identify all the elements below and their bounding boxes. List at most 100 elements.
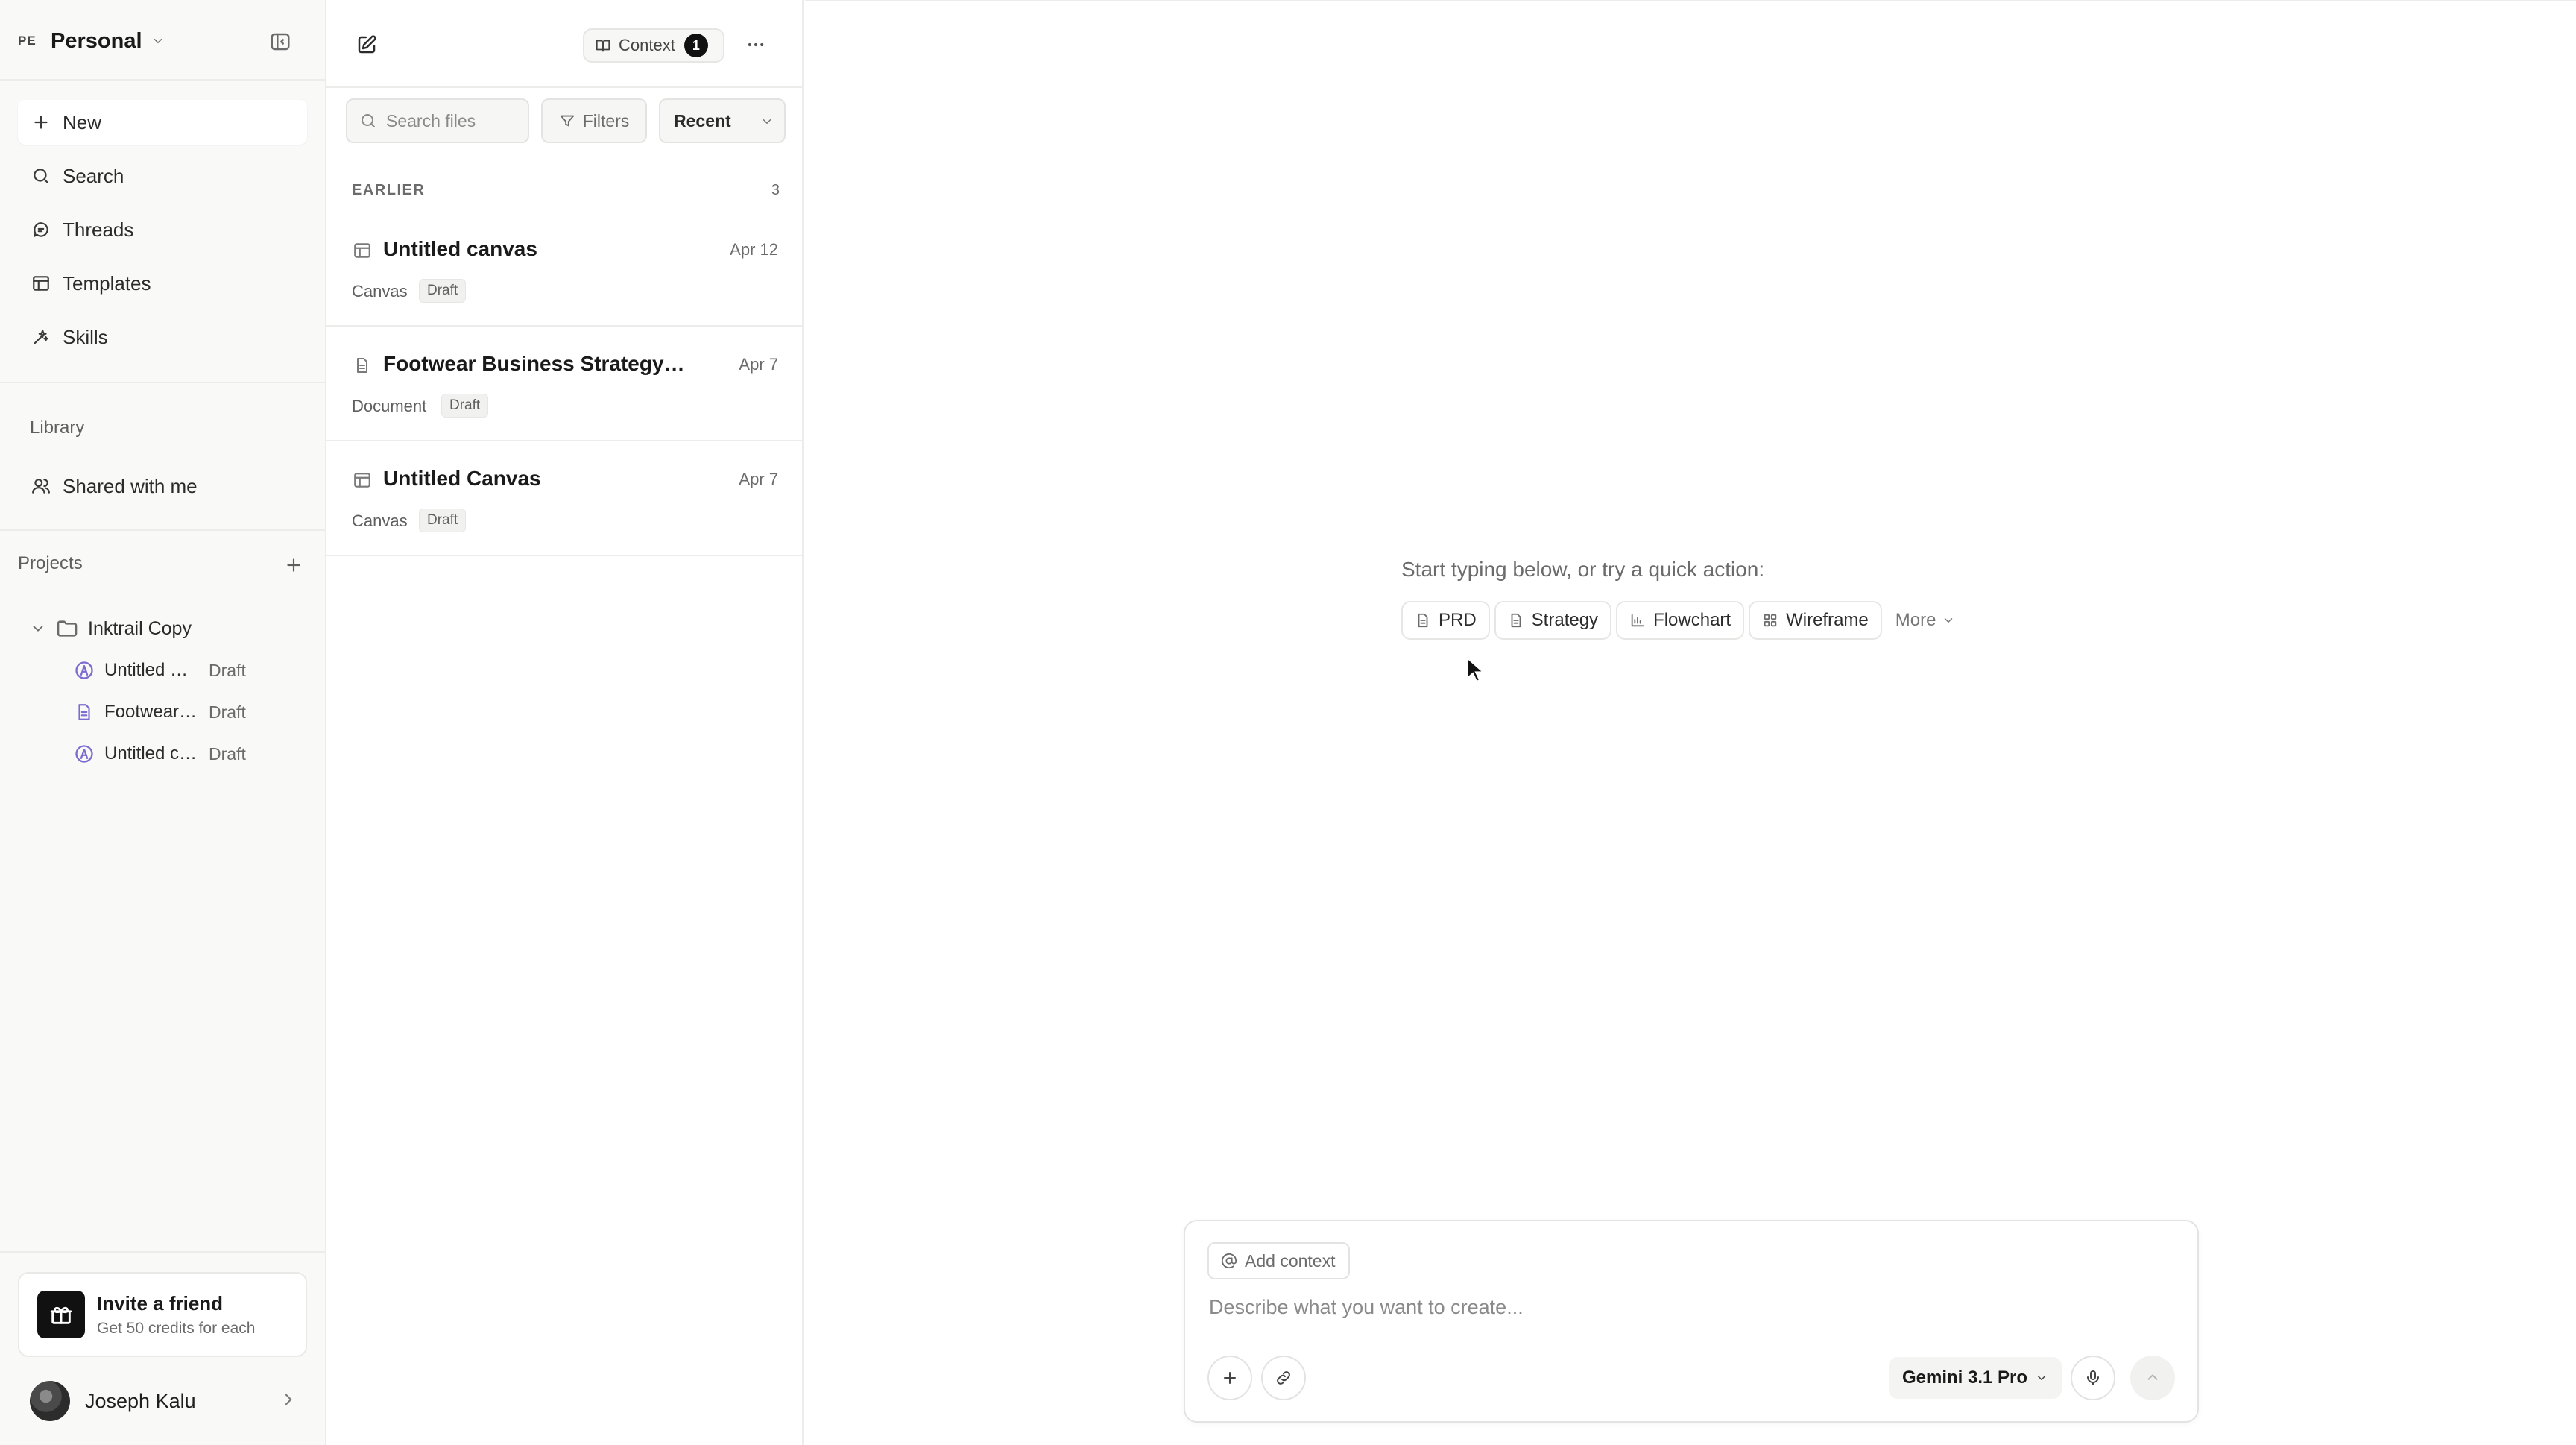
file-type: Canvas bbox=[352, 282, 408, 300]
compose-icon[interactable] bbox=[352, 30, 382, 60]
nav-templates[interactable]: Templates bbox=[18, 261, 307, 306]
filters-button[interactable]: Filters bbox=[541, 98, 647, 143]
sort-value: Recent bbox=[674, 110, 731, 130]
chevron-down-icon bbox=[1942, 614, 1955, 627]
book-icon bbox=[595, 37, 611, 54]
nav-label: Threads bbox=[63, 218, 134, 241]
microphone-icon bbox=[2084, 1369, 2102, 1387]
nav-label: Search bbox=[63, 164, 124, 187]
document-icon bbox=[1506, 611, 1526, 630]
project-item[interactable]: Footwear Business Strategy Draft bbox=[73, 695, 246, 729]
invite-title: Invite a friend bbox=[97, 1291, 224, 1315]
file-date: Apr 7 bbox=[739, 355, 778, 374]
project-item-name: Untitled Canvas bbox=[104, 660, 200, 680]
add-project-button[interactable] bbox=[280, 552, 307, 579]
project-item-status: Draft bbox=[209, 743, 246, 764]
template-icon bbox=[30, 272, 52, 295]
user-name: Joseph Kalu bbox=[85, 1389, 196, 1412]
project-item-status: Draft bbox=[209, 702, 246, 722]
quick-action-label: Strategy bbox=[1531, 610, 1599, 630]
projects-heading: Projects bbox=[18, 553, 83, 573]
plus-icon bbox=[30, 111, 52, 133]
add-context-button[interactable]: Add context bbox=[1208, 1242, 1351, 1279]
quick-action-label: Wireframe bbox=[1786, 610, 1869, 630]
nav-skills[interactable]: Skills bbox=[18, 315, 307, 359]
mouse-cursor-icon bbox=[1465, 656, 1485, 683]
sidebar: PE Personal New Search Threads Templates bbox=[0, 0, 326, 1445]
sort-select[interactable]: Recent bbox=[659, 98, 786, 143]
send-button[interactable] bbox=[2130, 1356, 2175, 1400]
context-button[interactable]: Context 1 bbox=[583, 28, 724, 63]
quick-action-more[interactable]: More bbox=[1895, 610, 1956, 631]
chart-icon bbox=[1628, 611, 1647, 630]
file-list-item[interactable]: Footwear Business Strategy - Est… Apr 7 … bbox=[326, 327, 802, 441]
file-panel-header: Context 1 bbox=[326, 0, 802, 88]
gift-icon bbox=[37, 1291, 85, 1338]
more-options-icon[interactable] bbox=[741, 31, 771, 58]
model-name: Gemini 3.1 Pro bbox=[1902, 1367, 2028, 1388]
file-title: Untitled canvas bbox=[383, 237, 537, 260]
filters-label: Filters bbox=[582, 110, 630, 130]
quick-action-flowchart[interactable]: Flowchart bbox=[1616, 601, 1745, 640]
project-folder[interactable]: Inktrail Copy bbox=[30, 611, 192, 646]
file-date: Apr 12 bbox=[730, 240, 778, 259]
chevron-down-icon bbox=[760, 115, 774, 128]
nav-label: Shared with me bbox=[63, 474, 198, 497]
file-type: Document bbox=[352, 397, 427, 415]
add-context-label: Add context bbox=[1245, 1250, 1336, 1271]
grid-icon bbox=[1761, 611, 1780, 630]
chevron-down-icon bbox=[151, 34, 165, 48]
nav-search[interactable]: Search bbox=[18, 154, 307, 198]
model-select[interactable]: Gemini 3.1 Pro bbox=[1889, 1357, 2062, 1399]
quick-action-prd[interactable]: PRD bbox=[1401, 601, 1490, 640]
nav-new[interactable]: New bbox=[18, 100, 307, 145]
avatar bbox=[30, 1381, 70, 1421]
voice-button[interactable] bbox=[2071, 1356, 2115, 1400]
nav-shared-with-me[interactable]: Shared with me bbox=[18, 464, 307, 509]
document-icon bbox=[352, 355, 373, 376]
invite-card[interactable]: Invite a friend Get 50 credits for each bbox=[18, 1272, 307, 1357]
nav-threads[interactable]: Threads bbox=[18, 207, 307, 252]
search-files-box[interactable] bbox=[346, 98, 529, 143]
file-type: Canvas bbox=[352, 511, 408, 530]
link-icon bbox=[1275, 1369, 1292, 1387]
status-badge: Draft bbox=[419, 279, 467, 303]
group-count: 3 bbox=[771, 181, 780, 198]
nav-label: New bbox=[63, 110, 102, 133]
canvas-icon bbox=[352, 240, 373, 261]
user-menu[interactable]: Joseph Kalu bbox=[30, 1379, 298, 1423]
file-title: Untitled Canvas bbox=[383, 467, 541, 490]
plus-icon bbox=[1221, 1369, 1239, 1387]
file-panel: Context 1 Filters Recent EARLIER 3 Untit… bbox=[326, 0, 804, 1445]
quick-action-label: Flowchart bbox=[1653, 610, 1731, 630]
project-item-status: Draft bbox=[209, 660, 246, 680]
group-label: EARLIER bbox=[352, 181, 426, 198]
project-item[interactable]: Untitled Canvas Draft bbox=[73, 653, 246, 687]
project-item[interactable]: Untitled canvas Draft bbox=[73, 737, 246, 771]
chevron-right-icon bbox=[279, 1390, 298, 1409]
quick-action-strategy[interactable]: Strategy bbox=[1494, 601, 1612, 640]
canvas-icon bbox=[73, 743, 95, 765]
library-heading: Library bbox=[30, 418, 85, 438]
project-item-name: Untitled canvas bbox=[104, 743, 200, 764]
document-icon bbox=[73, 701, 95, 723]
users-icon bbox=[30, 475, 52, 497]
divider bbox=[0, 1251, 325, 1253]
file-list-item[interactable]: Untitled Canvas Apr 7 Canvas Draft bbox=[326, 441, 802, 556]
quick-action-prompt: Start typing below, or try a quick actio… bbox=[1401, 558, 1765, 581]
workspace-initials: PE bbox=[18, 34, 37, 48]
attach-button[interactable] bbox=[1208, 1356, 1252, 1400]
sidebar-toggle-icon[interactable] bbox=[265, 27, 295, 57]
workspace-switcher[interactable]: PE Personal bbox=[18, 21, 301, 61]
file-title: Footwear Business Strategy - Est… bbox=[383, 352, 689, 375]
file-list-item[interactable]: Untitled canvas Apr 12 Canvas Draft bbox=[326, 212, 802, 327]
chevron-down-icon[interactable] bbox=[30, 620, 51, 637]
quick-action-wireframe[interactable]: Wireframe bbox=[1749, 601, 1882, 640]
invite-subtitle: Get 50 credits for each bbox=[97, 1319, 256, 1337]
context-label: Context bbox=[619, 36, 675, 54]
divider bbox=[0, 529, 325, 531]
link-button[interactable] bbox=[1261, 1356, 1306, 1400]
search-files-input[interactable] bbox=[386, 110, 520, 131]
prompt-input[interactable] bbox=[1209, 1296, 2103, 1319]
workspace-name: Personal bbox=[51, 28, 142, 53]
